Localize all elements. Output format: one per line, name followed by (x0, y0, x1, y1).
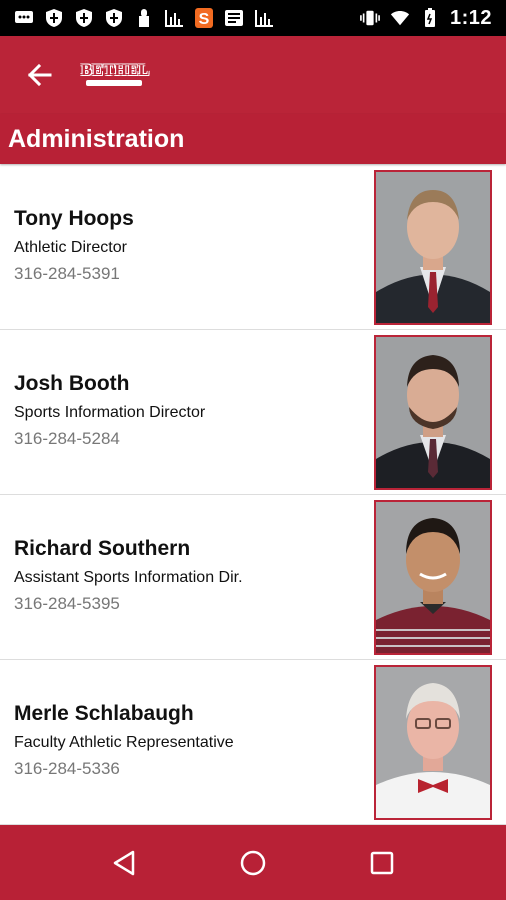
staff-phone[interactable]: 316-284-5395 (14, 594, 243, 614)
section-title: Administration (8, 124, 185, 153)
chart-icon (164, 9, 184, 27)
lock-icon (134, 9, 154, 27)
nav-home-button[interactable] (231, 841, 275, 885)
s-logo-icon: S (194, 8, 214, 28)
status-bar: S 1:12 (0, 0, 506, 36)
staff-phone[interactable]: 316-284-5284 (14, 429, 205, 449)
nav-recents-button[interactable] (360, 841, 404, 885)
recents-square-icon (370, 851, 393, 874)
staff-info: Richard Southern Assistant Sports Inform… (14, 537, 243, 614)
system-nav-bar (0, 825, 506, 900)
back-triangle-icon (114, 850, 135, 875)
staff-list: Tony Hoops Athletic Director 316-284-539… (0, 165, 506, 825)
staff-title: Faculty Athletic Representative (14, 734, 234, 751)
message-icon (14, 9, 34, 27)
staff-photo (374, 170, 492, 325)
arrow-left-icon (27, 63, 52, 87)
shield-icon (74, 9, 94, 27)
staff-title: Athletic Director (14, 239, 127, 256)
system-icons: 1:12 (360, 7, 506, 30)
staff-row[interactable]: Josh Booth Sports Information Director 3… (0, 330, 506, 495)
app-bar: BETHEL (0, 36, 506, 114)
staff-info: Josh Booth Sports Information Director 3… (14, 372, 205, 449)
staff-phone[interactable]: 316-284-5391 (14, 264, 134, 284)
staff-name: Richard Southern (14, 537, 191, 560)
staff-phone[interactable]: 316-284-5336 (14, 759, 234, 779)
svg-text:S: S (199, 11, 210, 28)
logo-banner (86, 80, 142, 86)
nav-back-button[interactable] (102, 841, 146, 885)
wifi-icon (390, 9, 410, 27)
staff-row[interactable]: Tony Hoops Athletic Director 316-284-539… (0, 165, 506, 330)
battery-icon (420, 8, 440, 27)
news-icon (224, 9, 244, 27)
staff-name: Merle Schlabaugh (14, 702, 194, 725)
staff-row[interactable]: Merle Schlabaugh Faculty Athletic Repres… (0, 660, 506, 825)
staff-title: Sports Information Director (14, 404, 206, 421)
staff-name: Josh Booth (14, 372, 130, 395)
bethel-logo: BETHEL (78, 58, 149, 92)
staff-photo (374, 665, 492, 820)
clock: 1:12 (449, 6, 492, 29)
staff-info: Merle Schlabaugh Faculty Athletic Repres… (14, 702, 234, 779)
staff-title: Assistant Sports Information Dir. (14, 569, 243, 586)
section-header: Administration (0, 114, 506, 164)
staff-row[interactable]: Richard Southern Assistant Sports Inform… (0, 495, 506, 660)
vibrate-icon (360, 9, 380, 27)
staff-photo (374, 335, 492, 490)
staff-name: Tony Hoops (14, 207, 134, 230)
back-button[interactable] (24, 60, 54, 90)
shield-icon (104, 9, 124, 27)
home-circle-icon (240, 850, 266, 875)
notification-icons: S (0, 8, 274, 28)
chart-icon (254, 9, 274, 27)
staff-photo (374, 500, 492, 655)
shield-icon (44, 9, 64, 27)
staff-info: Tony Hoops Athletic Director 316-284-539… (14, 207, 134, 284)
